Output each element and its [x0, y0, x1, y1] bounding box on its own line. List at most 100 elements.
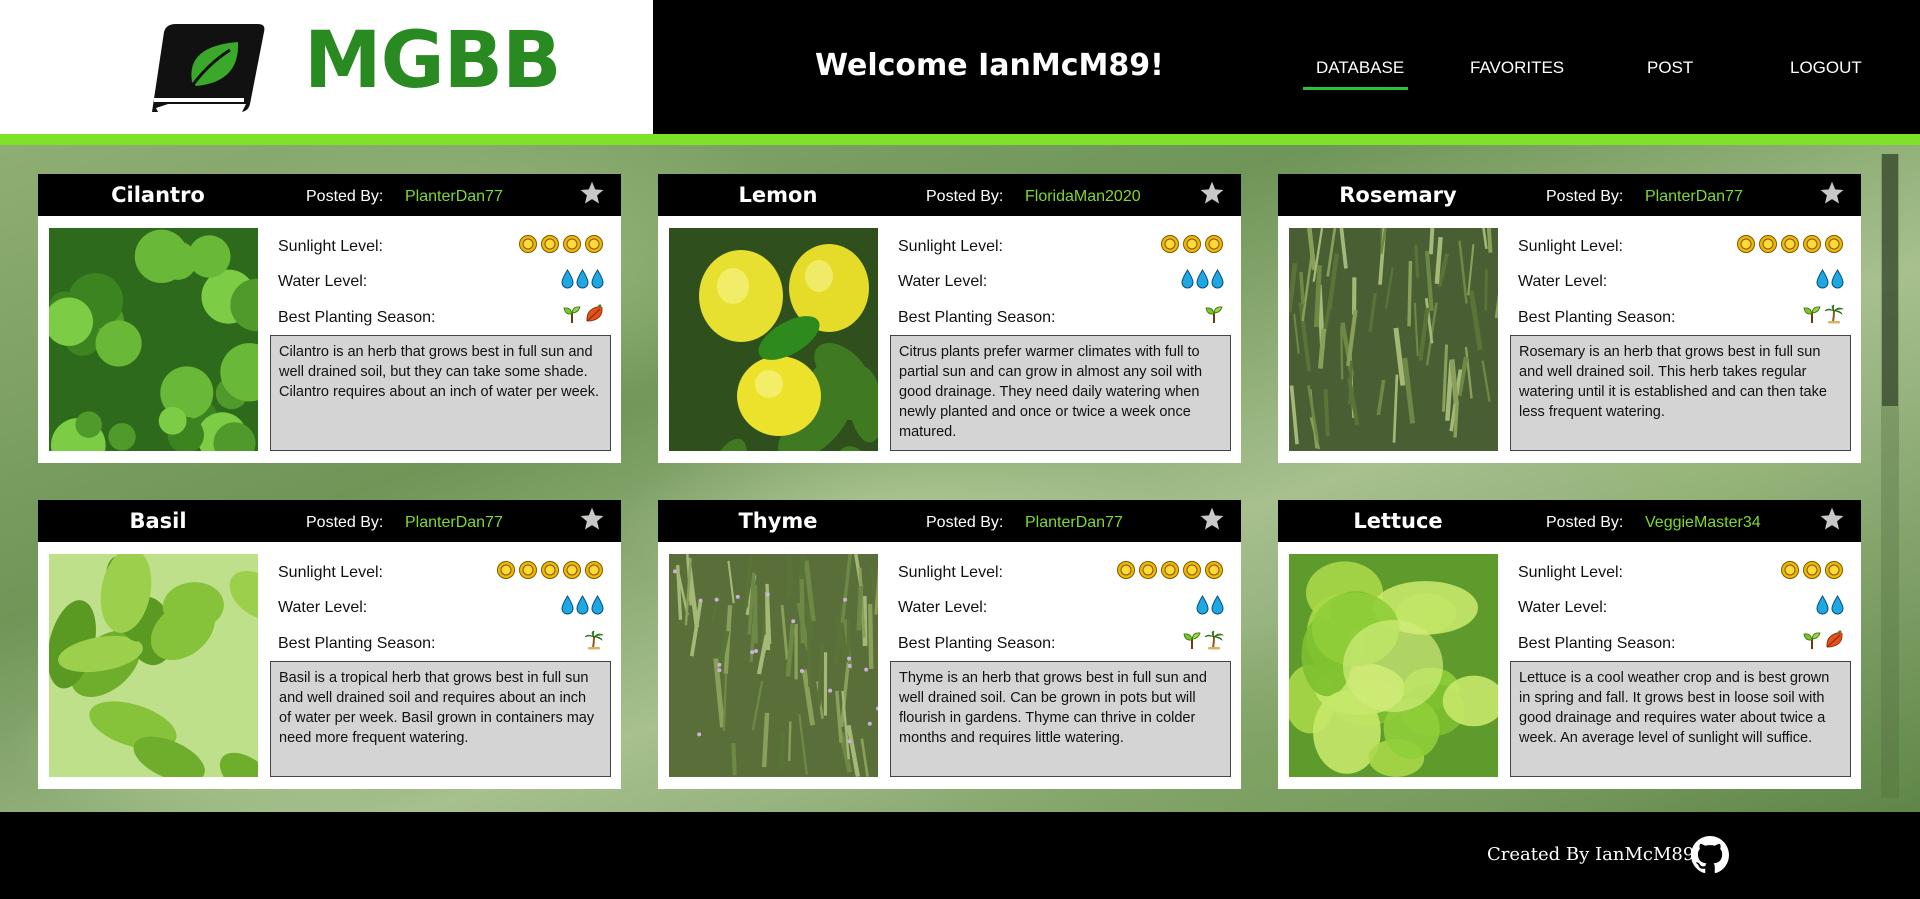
season-icons [584, 629, 604, 651]
sun-icon [1116, 560, 1136, 580]
sun-icon [1824, 234, 1844, 254]
sun-icon [562, 234, 582, 254]
sun-icon [1802, 234, 1822, 254]
sunlight-label: Sunlight Level: [278, 238, 383, 255]
book-leaf-logo-icon[interactable] [146, 16, 270, 118]
plant-card-basil[interactable]: Basil Posted By: PlanterDan77 Sunlight L… [38, 500, 621, 789]
favorite-star-icon[interactable] [579, 506, 605, 532]
season-label: Best Planting Season: [278, 309, 436, 326]
water-rating [1816, 268, 1844, 290]
plant-name: Rosemary [1339, 183, 1457, 207]
plant-card-thyme[interactable]: Thyme Posted By: PlanterDan77 Sunlight L… [658, 500, 1241, 789]
posted-by-username[interactable]: PlanterDan77 [405, 188, 503, 206]
water-rating [1816, 594, 1844, 616]
thyme-photo [669, 554, 878, 777]
sun-icon [1160, 560, 1180, 580]
sun-icon [496, 560, 516, 580]
water-rating [561, 268, 604, 290]
sun-icon [1758, 234, 1778, 254]
season-label: Best Planting Season: [278, 635, 436, 652]
card-header: Cilantro Posted By: PlanterDan77 [38, 174, 621, 216]
sunlight-label: Sunlight Level: [1518, 564, 1623, 581]
sun-icon [518, 560, 538, 580]
water-drop-icon [576, 269, 589, 289]
posted-by-username[interactable]: PlanterDan77 [405, 514, 503, 532]
rosemary-photo [1289, 228, 1498, 451]
footer: Created By IanMcM89 [0, 812, 1920, 899]
plant-card-rosemary[interactable]: Rosemary Posted By: PlanterDan77 Sunligh… [1278, 174, 1861, 463]
nav-logout[interactable]: LOGOUT [1790, 58, 1862, 78]
water-label: Water Level: [278, 273, 368, 290]
posted-by-label: Posted By: [926, 514, 1004, 531]
favorite-star-icon[interactable] [1819, 506, 1845, 532]
plant-name: Lettuce [1353, 509, 1443, 533]
card-header: Lemon Posted By: FloridaMan2020 [658, 174, 1241, 216]
plant-name: Basil [129, 509, 187, 533]
posted-by-username[interactable]: VeggieMaster34 [1645, 514, 1761, 532]
posted-by-label: Posted By: [306, 188, 384, 205]
card-header: Thyme Posted By: PlanterDan77 [658, 500, 1241, 542]
favorite-star-icon[interactable] [1819, 180, 1845, 206]
plant-description: Cilantro is an herb that grows best in f… [270, 335, 611, 451]
season-label: Best Planting Season: [1518, 635, 1676, 652]
season-label: Best Planting Season: [1518, 309, 1676, 326]
sun-icon [562, 560, 582, 580]
plant-card-cilantro[interactable]: Cilantro Posted By: PlanterDan77 Sunligh… [38, 174, 621, 463]
sunlight-rating [518, 233, 604, 255]
plant-name: Lemon [738, 183, 818, 207]
sunlight-rating [1116, 559, 1224, 581]
sun-icon [540, 560, 560, 580]
brand-name: MGBB [304, 16, 562, 106]
github-icon[interactable] [1691, 836, 1729, 874]
water-drop-icon [1816, 269, 1829, 289]
posted-by-username[interactable]: FloridaMan2020 [1025, 188, 1141, 206]
sun-icon [1204, 560, 1224, 580]
scrollbar-thumb[interactable] [1882, 154, 1898, 406]
spring-sprout-icon [562, 304, 582, 324]
favorite-star-icon[interactable] [1199, 506, 1225, 532]
favorite-star-icon[interactable] [1199, 180, 1225, 206]
welcome-message: Welcome IanMcM89! [815, 48, 1164, 83]
plant-name: Cilantro [111, 183, 205, 207]
logo-panel: MGBB [0, 0, 653, 134]
season-label: Best Planting Season: [898, 309, 1056, 326]
plant-description: Thyme is an herb that grows best in full… [890, 661, 1231, 777]
plant-description: Lettuce is a cool weather crop and is be… [1510, 661, 1851, 777]
nav-favorites[interactable]: FAVORITES [1470, 58, 1564, 78]
sun-icon [1780, 560, 1800, 580]
sun-icon [1802, 560, 1822, 580]
season-icons [1802, 629, 1844, 651]
water-drop-icon [591, 269, 604, 289]
nav-database[interactable]: DATABASE [1316, 58, 1404, 78]
favorite-star-icon[interactable] [579, 180, 605, 206]
posted-by-username[interactable]: PlanterDan77 [1645, 188, 1743, 206]
basil-photo [49, 554, 258, 777]
plant-card-lemon[interactable]: Lemon Posted By: FloridaMan2020 Sunlight… [658, 174, 1241, 463]
posted-by-username[interactable]: PlanterDan77 [1025, 514, 1123, 532]
spring-sprout-icon [1802, 630, 1822, 650]
water-label: Water Level: [898, 599, 988, 616]
water-rating [1196, 594, 1224, 616]
sunlight-label: Sunlight Level: [898, 564, 1003, 581]
nav-post[interactable]: POST [1647, 58, 1693, 78]
plant-card-lettuce[interactable]: Lettuce Posted By: VeggieMaster34 Sunlig… [1278, 500, 1861, 789]
season-label: Best Planting Season: [898, 635, 1056, 652]
water-drop-icon [1831, 269, 1844, 289]
sunlight-label: Sunlight Level: [898, 238, 1003, 255]
card-header: Basil Posted By: PlanterDan77 [38, 500, 621, 542]
water-drop-icon [576, 595, 589, 615]
sun-icon [518, 234, 538, 254]
sunlight-rating [1780, 559, 1844, 581]
summer-palm-icon [1204, 630, 1224, 650]
water-label: Water Level: [898, 273, 988, 290]
spring-sprout-icon [1802, 304, 1822, 324]
sun-icon [540, 234, 560, 254]
card-header: Lettuce Posted By: VeggieMaster34 [1278, 500, 1861, 542]
sunlight-label: Sunlight Level: [278, 564, 383, 581]
sun-icon [1182, 234, 1202, 254]
sun-icon [1182, 560, 1202, 580]
plant-description: Rosemary is an herb that grows best in f… [1510, 335, 1851, 451]
lemon-photo [669, 228, 878, 451]
spring-sprout-icon [1204, 304, 1224, 324]
summer-palm-icon [1824, 304, 1844, 324]
